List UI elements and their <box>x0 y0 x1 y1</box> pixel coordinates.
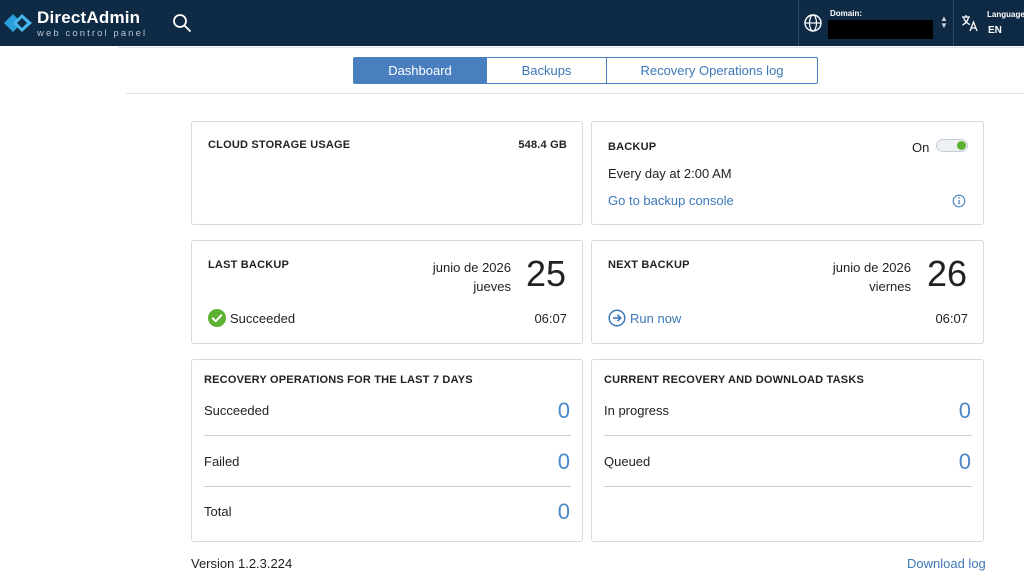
version-text: Version 1.2.3.224 <box>191 556 293 571</box>
card-title: RECOVERY OPERATIONS FOR THE LAST 7 DAYS <box>204 374 473 386</box>
header-separator <box>798 0 799 46</box>
month-year: junio de 2026 <box>832 260 911 275</box>
tab-backups[interactable]: Backups <box>486 57 607 84</box>
current-tasks-card: CURRENT RECOVERY AND DOWNLOAD TASKS In p… <box>591 359 984 542</box>
stat-count[interactable]: 0 <box>959 451 971 473</box>
domain-label: Domain: <box>830 9 862 18</box>
run-now-button[interactable]: Run now <box>630 311 681 326</box>
backup-schedule: Every day at 2:00 AM <box>608 166 732 181</box>
stat-label: In progress <box>604 403 670 418</box>
tab-recovery-operations-log[interactable]: Recovery Operations log <box>606 57 818 84</box>
divider <box>204 435 571 436</box>
backup-card: BACKUP On Every day at 2:00 AM Go to bac… <box>591 121 984 225</box>
tab-dashboard[interactable]: Dashboard <box>353 57 487 84</box>
stat-count[interactable]: 0 <box>959 400 971 422</box>
weekday: viernes <box>869 279 911 294</box>
search-icon[interactable] <box>170 11 194 35</box>
divider <box>126 93 1024 94</box>
globe-icon <box>804 14 822 32</box>
backup-toggle[interactable] <box>936 139 968 152</box>
info-icon[interactable] <box>952 194 966 208</box>
stat-label: Succeeded <box>204 403 270 418</box>
stat-label: Failed <box>204 454 240 469</box>
recovery-operations-card: RECOVERY OPERATIONS FOR THE LAST 7 DAYS … <box>191 359 583 542</box>
backup-time: 06:07 <box>935 311 968 326</box>
weekday: jueves <box>473 279 511 294</box>
header-separator <box>953 0 954 46</box>
card-title: CLOUD STORAGE USAGE <box>208 139 351 151</box>
divider <box>604 486 972 487</box>
check-circle-icon <box>208 309 226 327</box>
card-title: BACKUP <box>608 141 657 153</box>
backup-time: 06:07 <box>534 311 567 326</box>
top-bar: DirectAdmin web control panel Domain: ▲ ▼… <box>0 0 1024 46</box>
month-year: junio de 2026 <box>432 260 511 275</box>
arrow-circle-right-icon[interactable] <box>608 309 626 327</box>
tab-bar: Dashboard Backups Recovery Operations lo… <box>353 57 818 84</box>
language-value[interactable]: EN <box>988 25 1002 36</box>
next-backup-card: NEXT BACKUP junio de 2026 viernes 26 Run… <box>591 240 984 344</box>
day-number: 26 <box>926 253 967 294</box>
brand-tagline: web control panel <box>37 28 148 39</box>
brand: DirectAdmin web control panel <box>37 8 147 39</box>
chevron-updown-icon[interactable]: ▲ ▼ <box>940 15 948 30</box>
divider <box>118 47 1024 48</box>
toggle-label: On <box>912 140 930 155</box>
stat-label: Queued <box>604 454 651 469</box>
card-title: CURRENT RECOVERY AND DOWNLOAD TASKS <box>604 374 865 386</box>
stat-label: Total <box>204 504 232 519</box>
card-title: LAST BACKUP <box>208 259 290 271</box>
logo-icon[interactable] <box>4 8 32 38</box>
last-backup-card: LAST BACKUP junio de 2026 jueves 25 Succ… <box>191 240 583 344</box>
backup-console-link[interactable]: Go to backup console <box>608 193 734 208</box>
divider <box>204 486 571 487</box>
storage-usage-value: 548.4 GB <box>518 139 567 151</box>
brand-name: DirectAdmin <box>37 8 141 27</box>
translate-icon[interactable] <box>960 13 980 33</box>
language-label: Language <box>987 10 1024 19</box>
divider <box>604 435 972 436</box>
stat-count[interactable]: 0 <box>558 400 570 422</box>
card-title: NEXT BACKUP <box>608 259 690 271</box>
stat-count[interactable]: 0 <box>558 451 570 473</box>
domain-select[interactable] <box>828 20 933 39</box>
cloud-storage-card: CLOUD STORAGE USAGE 548.4 GB <box>191 121 583 225</box>
day-number: 25 <box>525 253 566 294</box>
backup-status: Succeeded <box>230 311 296 326</box>
stat-count[interactable]: 0 <box>558 501 570 523</box>
download-log-link[interactable]: Download log <box>907 556 986 571</box>
